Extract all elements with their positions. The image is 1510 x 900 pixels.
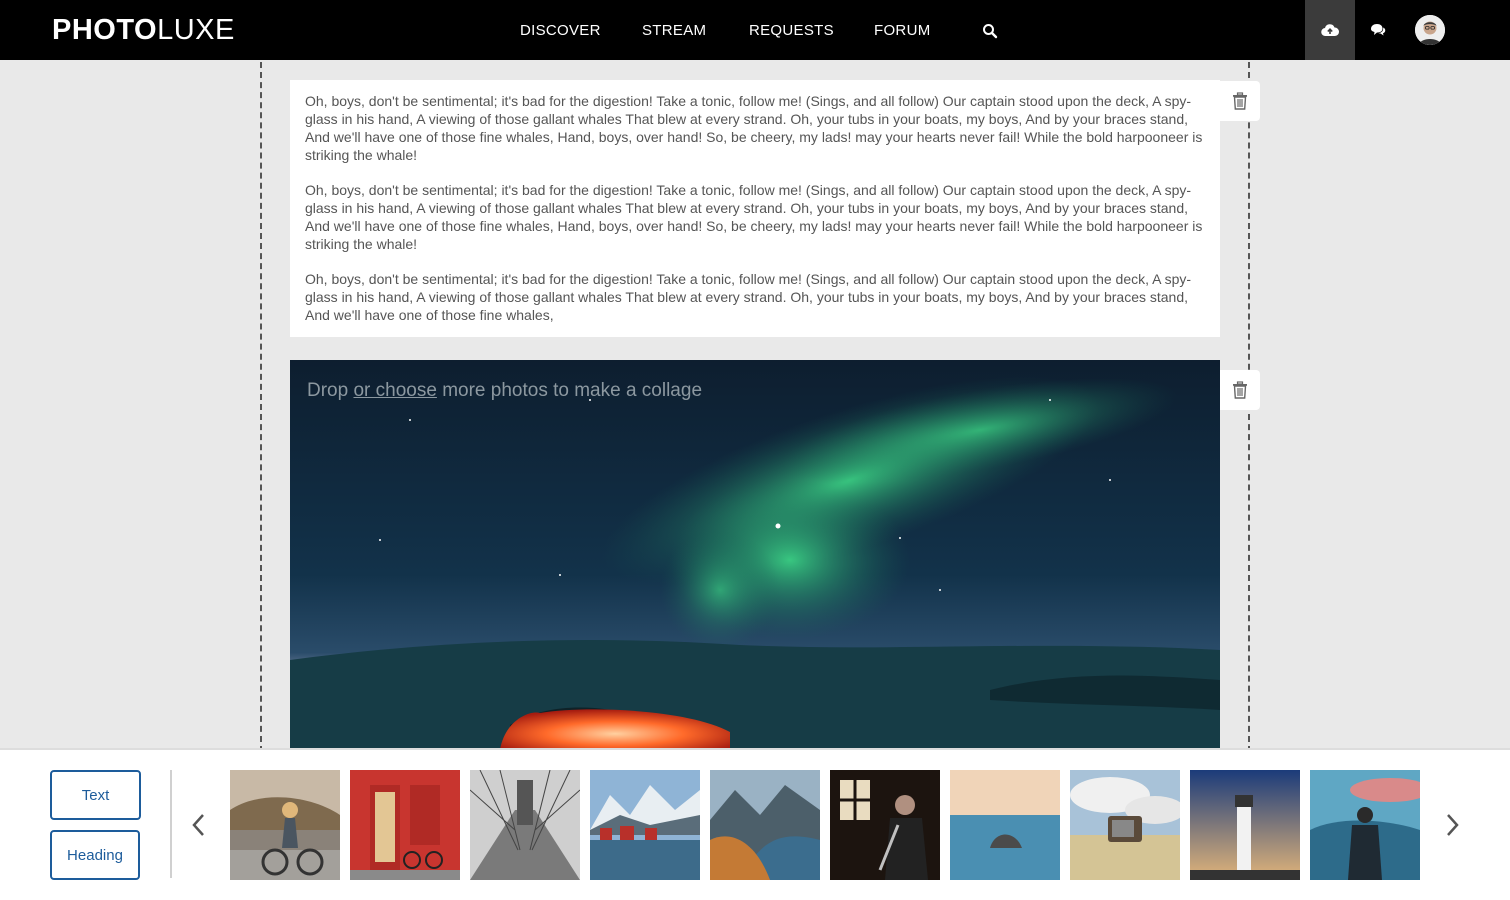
photo-thumbnail[interactable] [1070, 770, 1180, 880]
photo-thumbnail[interactable] [590, 770, 700, 880]
delete-photo-block-button[interactable] [1220, 370, 1260, 410]
photo-thumbnail[interactable] [470, 770, 580, 880]
search-icon[interactable] [982, 23, 998, 39]
paragraph-2[interactable]: Oh, boys, don't be sentimental; it's bad… [305, 181, 1205, 253]
upload-button[interactable] [1305, 0, 1355, 60]
user-avatar[interactable] [1415, 15, 1445, 45]
nav-forum[interactable]: FORUM [874, 22, 931, 39]
tray-divider [170, 770, 172, 878]
choose-photos-link[interactable]: or choose [353, 380, 436, 401]
aurora-photo [290, 360, 1220, 750]
text-content-block[interactable]: Oh, boys, don't be sentimental; it's bad… [290, 80, 1220, 337]
trash-icon [1233, 92, 1247, 110]
drop-suffix: more photos to make a collage [436, 380, 703, 401]
photo-thumbnail[interactable] [1310, 770, 1420, 880]
photo-thumbnail[interactable] [1190, 770, 1300, 880]
paragraph-1[interactable]: Oh, boys, don't be sentimental; it's bad… [305, 92, 1205, 164]
paragraph-3[interactable]: Oh, boys, don't be sentimental; it's bad… [305, 270, 1205, 324]
photo-collage-block[interactable]: Drop or choose more photos to make a col… [290, 360, 1220, 750]
photo-thumbnail[interactable] [830, 770, 940, 880]
cloud-upload-icon [1321, 24, 1339, 37]
bottom-tray: Text Heading [0, 748, 1510, 900]
drop-prefix: Drop [307, 380, 354, 401]
photo-thumbnail[interactable] [950, 770, 1060, 880]
nav-stream[interactable]: STREAM [642, 22, 706, 39]
top-nav-bar: PHOTOLUXE DISCOVER STREAM REQUESTS FORUM [0, 0, 1510, 60]
left-guide-line [260, 62, 262, 752]
nav-requests[interactable]: REQUESTS [749, 22, 834, 39]
chevron-left-icon[interactable] [188, 810, 208, 840]
delete-text-block-button[interactable] [1220, 81, 1260, 121]
add-heading-button[interactable]: Heading [50, 830, 140, 880]
chevron-right-icon[interactable] [1443, 810, 1463, 840]
trash-icon [1233, 381, 1247, 399]
nav-discover[interactable]: DISCOVER [520, 22, 601, 39]
brand-logo[interactable]: PHOTOLUXE [52, 14, 235, 47]
photo-thumbnail[interactable] [230, 770, 340, 880]
photo-thumbnail[interactable] [350, 770, 460, 880]
chat-bubbles-icon [1371, 24, 1386, 36]
photo-thumbnail[interactable] [710, 770, 820, 880]
drop-photos-prompt: Drop or choose more photos to make a col… [307, 380, 702, 402]
brand-logo-light: LUXE [157, 14, 235, 46]
brand-logo-bold: PHOTO [52, 14, 158, 46]
messages-button[interactable] [1360, 0, 1396, 60]
add-text-button[interactable]: Text [50, 770, 141, 820]
